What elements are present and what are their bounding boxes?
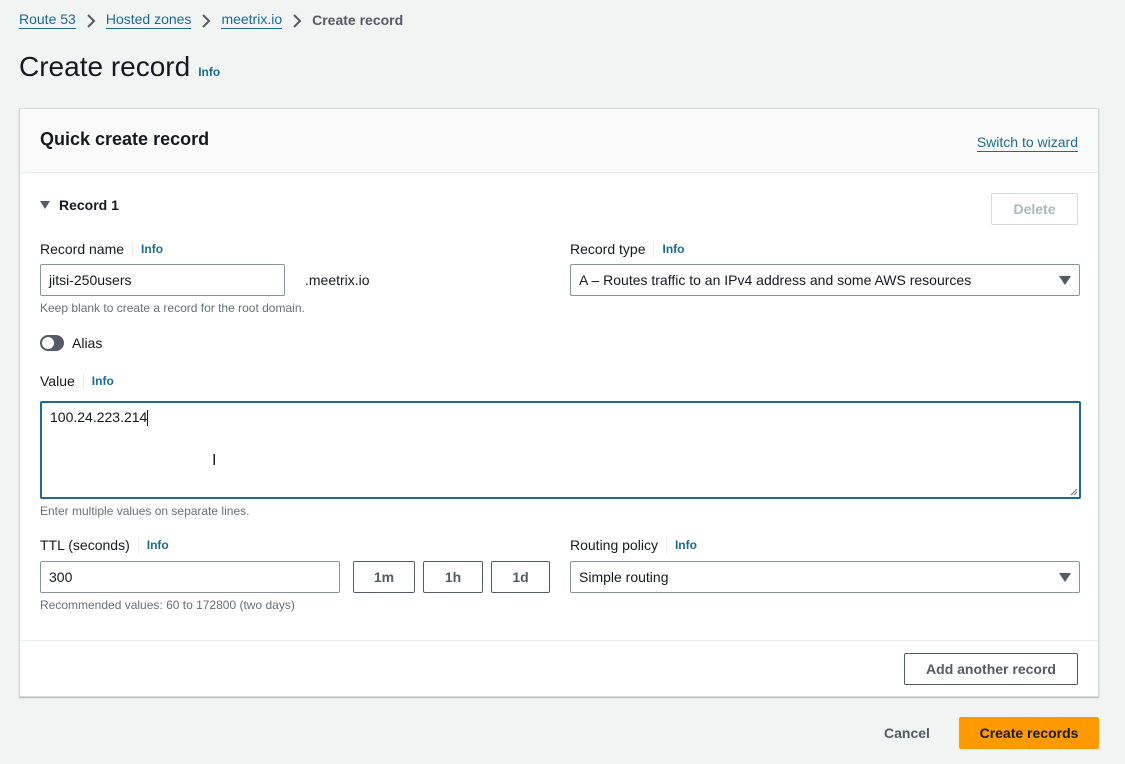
chevron-right-icon	[282, 12, 312, 28]
breadcrumb-meetrix[interactable]: meetrix.io	[221, 11, 283, 29]
record-type-selected: A – Routes traffic to an IPv4 address an…	[579, 272, 972, 288]
breadcrumb-current: Create record	[312, 12, 404, 28]
caret-down-icon	[1059, 572, 1071, 582]
divider	[653, 241, 655, 257]
record-type-label-group: Record type Info	[570, 241, 684, 257]
ttl-label: TTL (seconds)	[40, 537, 130, 553]
divider	[20, 640, 1098, 641]
record-type-info-link[interactable]: Info	[662, 242, 684, 256]
record-name-label: Record name	[40, 241, 125, 257]
ttl-1m-button[interactable]: 1m	[353, 561, 415, 593]
value-hint: Enter multiple values on separate lines.	[40, 504, 250, 518]
record-name-input[interactable]: jitsi-250users	[40, 264, 285, 296]
caret-down-icon	[1059, 275, 1071, 285]
record-name-hint: Keep blank to create a record for the ro…	[40, 301, 305, 315]
record-1-expander[interactable]: Record 1	[40, 197, 119, 213]
page-title: Create record	[19, 51, 191, 82]
divider	[665, 537, 667, 553]
routing-policy-label: Routing policy	[570, 537, 658, 553]
ttl-info-link[interactable]: Info	[147, 538, 169, 552]
breadcrumb-hosted-zones[interactable]: Hosted zones	[105, 11, 192, 29]
domain-suffix: .meetrix.io	[305, 272, 370, 288]
text-cursor	[147, 410, 149, 427]
ibeam-cursor-icon: I	[212, 452, 217, 469]
ttl-hint: Recommended values: 60 to 172800 (two da…	[40, 598, 295, 612]
create-records-button[interactable]: Create records	[959, 717, 1099, 749]
divider	[132, 241, 134, 257]
alias-toggle[interactable]	[40, 335, 64, 351]
routing-policy-select[interactable]: Simple routing	[570, 561, 1080, 593]
record-name-info-link[interactable]: Info	[141, 242, 163, 256]
value-text: 100.24.223.214	[50, 409, 148, 425]
routing-policy-label-group: Routing policy Info	[570, 537, 697, 553]
ttl-1h-button[interactable]: 1h	[423, 561, 483, 593]
page-info-link[interactable]: Info	[198, 65, 220, 79]
alias-label: Alias	[72, 335, 103, 351]
value-info-link[interactable]: Info	[92, 374, 114, 388]
cancel-button[interactable]: Cancel	[868, 717, 946, 749]
value-label-group: Value Info	[40, 373, 114, 389]
ttl-label-group: TTL (seconds) Info	[40, 537, 169, 553]
caret-down-icon	[40, 201, 50, 209]
switch-to-wizard-link[interactable]: Switch to wizard	[976, 134, 1078, 152]
chevron-right-icon	[76, 12, 106, 28]
panel-title: Quick create record	[40, 129, 210, 149]
value-label: Value	[40, 373, 75, 389]
record-1-label: Record 1	[59, 197, 119, 213]
routing-policy-selected: Simple routing	[579, 569, 669, 585]
record-type-label: Record type	[570, 241, 646, 257]
resize-handle-icon[interactable]	[1070, 488, 1078, 496]
panel-header: Quick create record Switch to wizard	[20, 109, 1098, 173]
ttl-input[interactable]: 300	[40, 561, 340, 593]
delete-button[interactable]: Delete	[991, 193, 1078, 225]
record-type-select[interactable]: A – Routes traffic to an IPv4 address an…	[570, 264, 1080, 296]
breadcrumb: Route 53 Hosted zones meetrix.io Create …	[19, 11, 403, 29]
breadcrumb-route53[interactable]: Route 53	[19, 11, 76, 29]
routing-policy-info-link[interactable]: Info	[675, 538, 697, 552]
add-another-record-button[interactable]: Add another record	[904, 653, 1078, 685]
page-header: Create record Info	[19, 51, 220, 83]
record-name-label-group: Record name Info	[40, 241, 163, 257]
divider	[137, 537, 139, 553]
quick-create-panel: Quick create record Switch to wizard Rec…	[19, 108, 1099, 697]
divider	[82, 373, 84, 389]
chevron-right-icon	[191, 12, 221, 28]
value-textarea[interactable]: 100.24.223.214	[40, 401, 1081, 499]
ttl-1d-button[interactable]: 1d	[491, 561, 550, 593]
alias-toggle-group: Alias	[40, 335, 102, 351]
